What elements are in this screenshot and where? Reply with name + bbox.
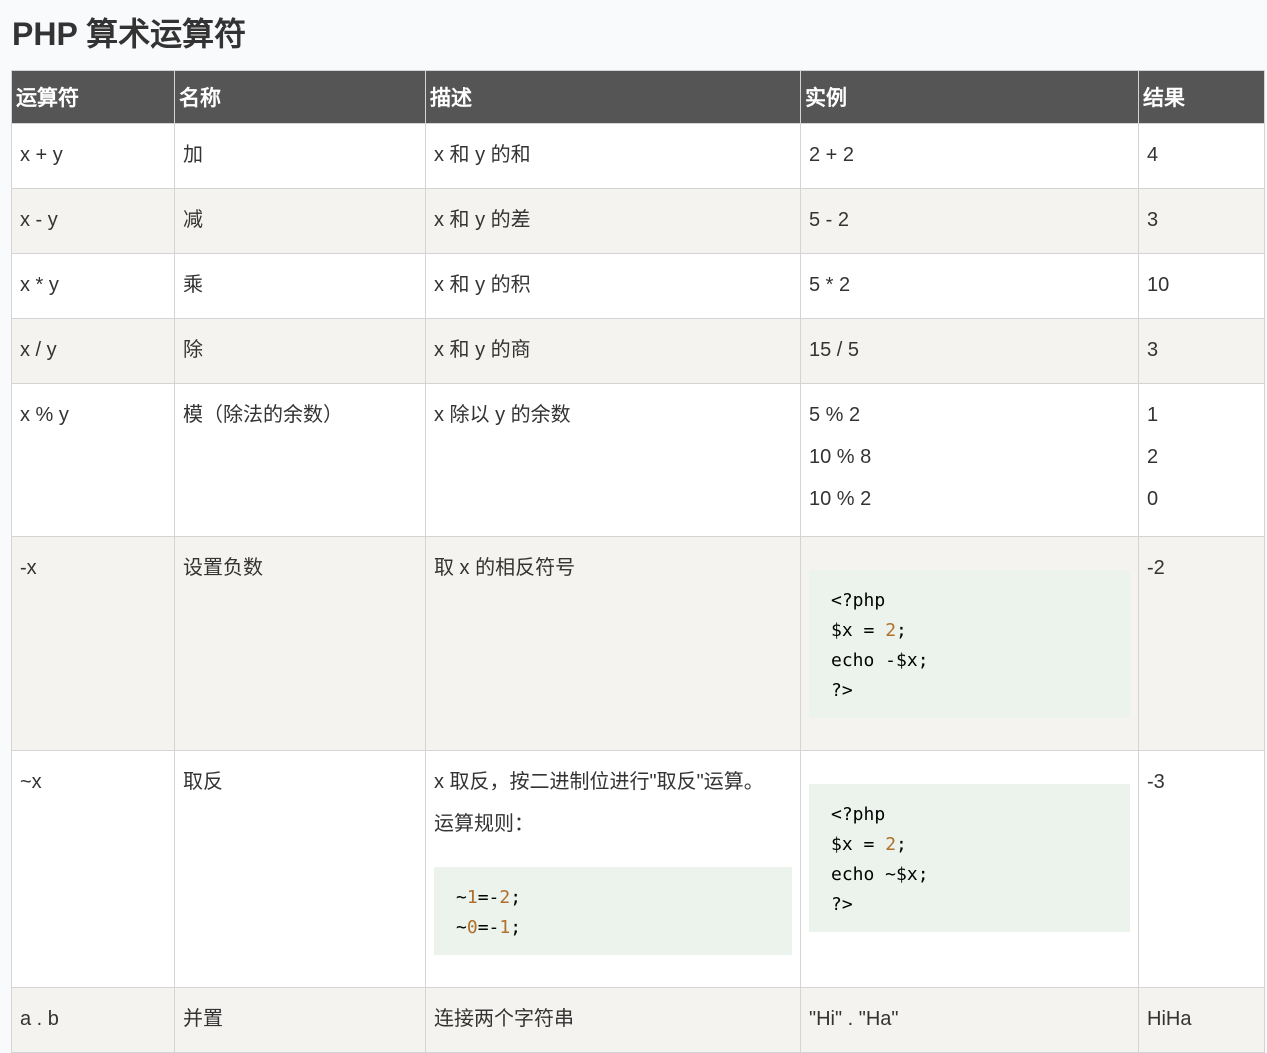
cell-description: 连接两个字符串 (425, 987, 801, 1053)
code-line: ?> (831, 680, 853, 701)
result-line: 0 (1147, 488, 1159, 510)
cell-name: 乘 (174, 253, 426, 319)
cell-description: x 取反，按二进制位进行"取反"运算。 运算规则： ~1=-2; ~0=-1; (425, 750, 801, 988)
header-operator: 运算符 (11, 70, 175, 124)
cell-result: HiHa (1138, 987, 1265, 1053)
table-row: x + y 加 x 和 y 的和 2 + 2 4 (11, 123, 1265, 189)
cell-name: 加 (174, 123, 426, 189)
code-line: <?php (831, 590, 886, 611)
code-line: echo -$x; (831, 650, 929, 671)
cell-example: <?php $x = 2; echo ~$x; ?> (800, 750, 1139, 988)
cell-description: 取 x 的相反符号 (425, 536, 801, 751)
cell-operator: x * y (11, 253, 175, 319)
cell-example: <?php $x = 2; echo -$x; ?> (800, 536, 1139, 751)
cell-operator: x % y (11, 383, 175, 537)
cell-result: 10 (1138, 253, 1265, 319)
cell-result: 3 (1138, 318, 1265, 384)
code-line: ?> (831, 894, 853, 915)
code-block: <?php $x = 2; echo ~$x; ?> (809, 784, 1130, 932)
table-row: ~x 取反 x 取反，按二进制位进行"取反"运算。 运算规则： ~1=-2; ~… (11, 750, 1265, 988)
code-line: $x = 2; (831, 834, 907, 855)
cell-result: -3 (1138, 750, 1265, 988)
cell-name: 设置负数 (174, 536, 426, 751)
cell-operator: x + y (11, 123, 175, 189)
cell-operator: -x (11, 536, 175, 751)
cell-description: x 和 y 的差 (425, 188, 801, 254)
operators-table: 运算符 名称 描述 实例 结果 x + y 加 x 和 y 的和 2 + 2 4… (11, 70, 1265, 1053)
code-line: echo ~$x; (831, 864, 929, 885)
cell-result: 4 (1138, 123, 1265, 189)
header-description: 描述 (425, 70, 801, 124)
code-line: ~1=-2; (456, 887, 522, 908)
page-title: PHP 算术运算符 (12, 16, 247, 52)
example-line: 10 % 2 (809, 488, 872, 510)
cell-result: -2 (1138, 536, 1265, 751)
cell-result: 1 2 0 (1138, 383, 1265, 537)
cell-example: "Hi" . "Ha" (800, 987, 1139, 1053)
table-row: x % y 模（除法的余数） x 除以 y 的余数 5 % 2 10 % 8 1… (11, 383, 1265, 537)
cell-result: 3 (1138, 188, 1265, 254)
cell-operator: a . b (11, 987, 175, 1053)
code-line: ~0=-1; (456, 917, 522, 938)
cell-description: x 和 y 的积 (425, 253, 801, 319)
code-line: $x = 2; (831, 620, 907, 641)
header-name: 名称 (174, 70, 426, 124)
rule-label: 运算规则： (434, 813, 534, 835)
cell-description: x 除以 y 的余数 (425, 383, 801, 537)
description-text: x 取反，按二进制位进行"取反"运算。 (434, 771, 764, 793)
cell-operator: x / y (11, 318, 175, 384)
cell-name: 减 (174, 188, 426, 254)
cell-description: x 和 y 的商 (425, 318, 801, 384)
cell-example: 15 / 5 (800, 318, 1139, 384)
rule-code-block: ~1=-2; ~0=-1; (434, 867, 792, 955)
table-row: -x 设置负数 取 x 的相反符号 <?php $x = 2; echo -$x… (11, 536, 1265, 751)
code-line: <?php (831, 804, 886, 825)
cell-example: 5 % 2 10 % 8 10 % 2 (800, 383, 1139, 537)
table-header-row: 运算符 名称 描述 实例 结果 (11, 70, 1265, 124)
table-row: a . b 并置 连接两个字符串 "Hi" . "Ha" HiHa (11, 987, 1265, 1053)
cell-example: 5 * 2 (800, 253, 1139, 319)
table-row: x / y 除 x 和 y 的商 15 / 5 3 (11, 318, 1265, 384)
code-block: <?php $x = 2; echo -$x; ?> (809, 570, 1130, 718)
page: PHP 算术运算符 运算符 名称 描述 实例 结果 x + y 加 x 和 y … (0, 0, 1267, 1053)
example-line: 5 % 2 (809, 404, 861, 426)
cell-name: 除 (174, 318, 426, 384)
cell-name: 并置 (174, 987, 426, 1053)
header-result: 结果 (1138, 70, 1265, 124)
cell-name: 取反 (174, 750, 426, 988)
cell-example: 5 - 2 (800, 188, 1139, 254)
cell-name: 模（除法的余数） (174, 383, 426, 537)
cell-operator: x - y (11, 188, 175, 254)
cell-operator: ~x (11, 750, 175, 988)
table-row: x - y 减 x 和 y 的差 5 - 2 3 (11, 188, 1265, 254)
result-line: 1 (1147, 404, 1159, 426)
header-example: 实例 (800, 70, 1139, 124)
cell-description: x 和 y 的和 (425, 123, 801, 189)
example-line: 10 % 8 (809, 446, 872, 468)
table-row: x * y 乘 x 和 y 的积 5 * 2 10 (11, 253, 1265, 319)
cell-example: 2 + 2 (800, 123, 1139, 189)
result-line: 2 (1147, 446, 1159, 468)
